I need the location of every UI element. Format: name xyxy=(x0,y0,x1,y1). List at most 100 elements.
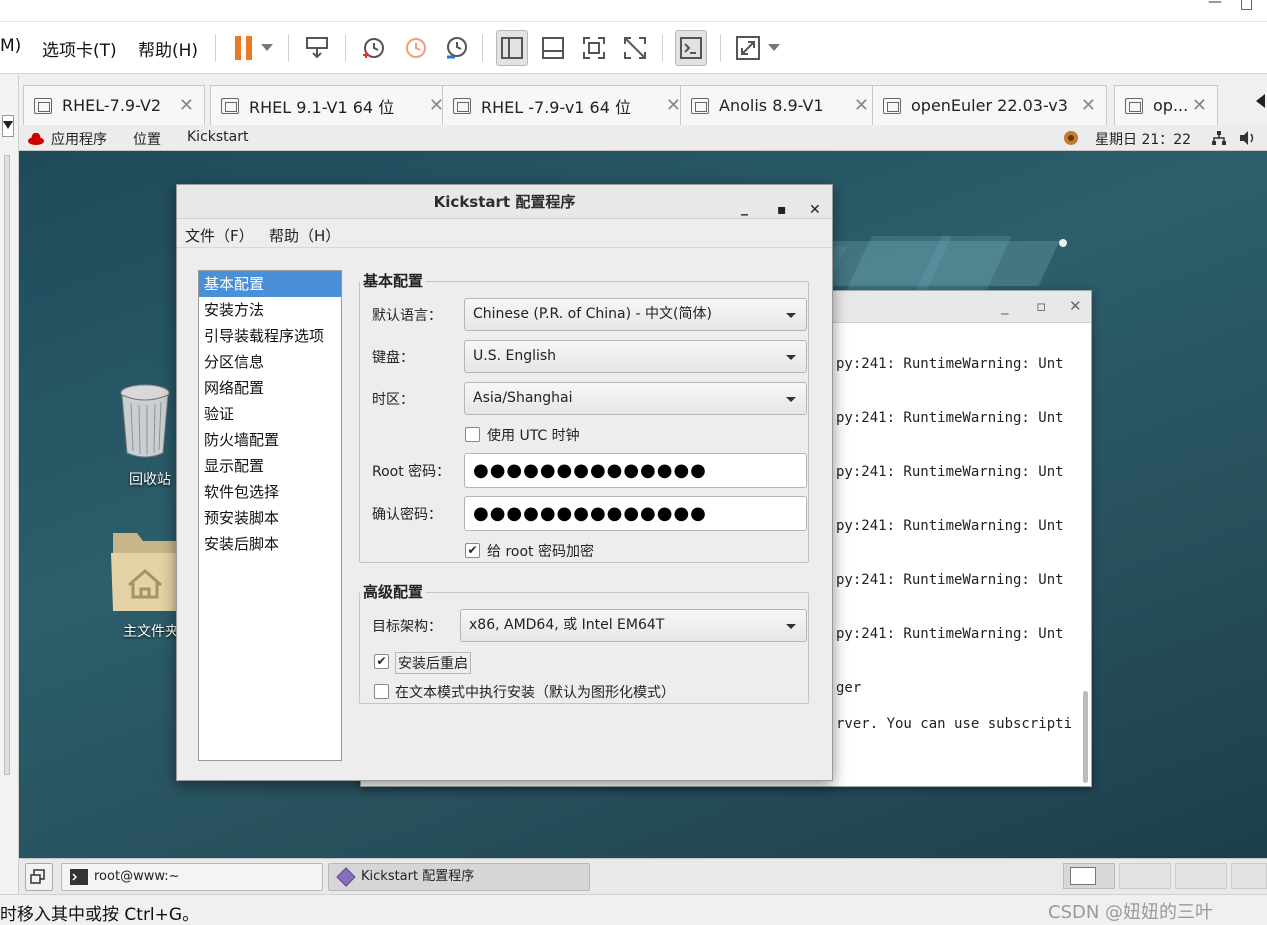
nav-network[interactable]: 网络配置 xyxy=(199,375,341,401)
kickstart-app-icon xyxy=(336,867,356,887)
fullscreen-icon[interactable] xyxy=(578,30,610,66)
close-icon[interactable]: ✕ xyxy=(1069,297,1082,315)
workspace-1[interactable] xyxy=(1063,863,1115,889)
trash-icon xyxy=(120,384,170,458)
vm-icon xyxy=(883,97,901,114)
keyboard-select[interactable]: U.S. English xyxy=(464,340,807,373)
minimize-icon[interactable]: _ xyxy=(1001,297,1009,315)
workspace-4[interactable] xyxy=(1231,863,1267,889)
redhat-icon xyxy=(28,132,44,145)
terminal-icon xyxy=(70,869,88,885)
kickstart-menu[interactable]: Kickstart xyxy=(187,129,248,145)
nav-display[interactable]: 显示配置 xyxy=(199,453,341,479)
task-terminal[interactable]: root@www:~ xyxy=(61,863,323,891)
utc-checkbox[interactable] xyxy=(465,427,480,442)
unity-icon[interactable] xyxy=(619,30,651,66)
nav-firewall[interactable]: 防火墙配置 xyxy=(199,427,341,453)
close-icon[interactable]: ✕ xyxy=(854,95,869,116)
workspace-3[interactable] xyxy=(1175,863,1227,889)
arch-label: 目标架构： xyxy=(372,619,442,635)
vm-tab-openeuler[interactable]: openEuler 22.03-v3 ✕ xyxy=(872,85,1107,125)
close-icon[interactable]: ✕ xyxy=(666,95,681,116)
encrypt-root-label: 给 root 密码加密 xyxy=(487,544,594,560)
terminal-scrollbar[interactable] xyxy=(1083,691,1088,783)
tab-scroll-left-icon[interactable] xyxy=(1255,93,1265,112)
vm-icon xyxy=(221,97,239,114)
applications-menu[interactable]: 应用程序 xyxy=(51,129,107,149)
arch-select[interactable]: x86, AMD64, 或 Intel EM64T xyxy=(460,609,807,642)
thumbnail-bar-icon[interactable] xyxy=(537,30,569,66)
vm-tab-op[interactable]: op... ✕ xyxy=(1114,85,1218,125)
workspace-2[interactable] xyxy=(1119,863,1171,889)
vmware-statusbar: 时移入其中或按 Ctrl+G。 CSDN @妞妞的三叶 xyxy=(0,894,1267,925)
nav-post-script[interactable]: 安装后脚本 xyxy=(199,531,341,557)
kickstart-titlebar: Kickstart 配置程序 _ ▪ ✕ xyxy=(177,185,832,219)
home-folder-label: 主文件夹 xyxy=(123,624,179,640)
show-desktop-button[interactable] xyxy=(25,863,53,891)
maximize-icon[interactable]: ▫ xyxy=(1036,297,1046,315)
send-keys-icon[interactable] xyxy=(302,30,334,66)
root-password-label: Root 密码： xyxy=(372,464,451,480)
revert-snapshot-icon[interactable] xyxy=(399,30,431,66)
encrypt-root-checkbox[interactable]: ✔ xyxy=(465,543,480,558)
snapshot-icon[interactable] xyxy=(357,30,389,66)
vm-tab-anolis[interactable]: Anolis 8.9-V1 ✕ xyxy=(680,85,880,125)
vm-tab-strip: RHEL-7.9-V2 ✕ RHEL 9.1-V1 64 位 ✕ RHEL -7.9… xyxy=(19,75,1267,125)
stretch-icon[interactable] xyxy=(732,30,764,66)
menu-help[interactable]: 帮助（H） xyxy=(269,225,340,246)
chevron-down-icon[interactable] xyxy=(763,30,785,66)
update-icon[interactable] xyxy=(1063,130,1079,146)
vmware-titlebar: — □ xyxy=(0,0,1267,22)
text-mode-label: 在文本模式中执行安装（默认为图形化模式） xyxy=(395,685,675,701)
library-scrollbar[interactable] xyxy=(4,155,10,775)
maximize-icon[interactable]: □ xyxy=(1240,0,1253,12)
vm-tab-rhel79-v1[interactable]: RHEL -7.9-v1 64 位 ✕ xyxy=(442,85,692,125)
sidebar-toggle-icon[interactable] xyxy=(496,30,528,66)
basic-config-title: 基本配置 xyxy=(360,270,427,291)
terminal-line: py:241: RuntimeWarning: Unt xyxy=(836,626,1064,642)
vmware-menubar: M) 选项卡(T) 帮助(H) xyxy=(0,22,1267,74)
menu-tabs[interactable]: 选项卡(T) xyxy=(42,36,117,61)
reboot-checkbox[interactable]: ✔ xyxy=(374,654,389,669)
close-icon[interactable]: ✕ xyxy=(1192,95,1207,116)
nav-packages[interactable]: 软件包选择 xyxy=(199,479,341,505)
network-icon[interactable] xyxy=(1211,130,1227,146)
nav-pre-script[interactable]: 预安装脚本 xyxy=(199,505,341,531)
chevron-down-icon xyxy=(786,313,796,318)
watermark: CSDN @妞妞的三叶 xyxy=(1048,902,1214,923)
places-menu[interactable]: 位置 xyxy=(133,129,161,149)
terminal-line: ger xyxy=(836,680,862,696)
timezone-select[interactable]: Asia/Shanghai xyxy=(464,382,807,415)
nav-bootloader[interactable]: 引导装载程序选项 xyxy=(199,323,341,349)
vm-tab-rhel79-v2[interactable]: RHEL-7.9-V2 ✕ xyxy=(23,85,205,125)
volume-icon[interactable] xyxy=(1239,130,1257,146)
snapshot-manager-icon[interactable] xyxy=(440,30,472,66)
confirm-password-field[interactable]: ●●●●●●●●●●●●●● xyxy=(464,496,807,531)
nav-install-method[interactable]: 安装方法 xyxy=(199,297,341,323)
vm-icon xyxy=(691,97,709,114)
vm-tab-rhel91-v1[interactable]: RHEL 9.1-V1 64 位 ✕ xyxy=(210,85,455,125)
menu-file[interactable]: 文件（F） xyxy=(185,225,254,246)
menu-help[interactable]: 帮助(H) xyxy=(138,36,198,61)
reboot-label: 安装后重启 xyxy=(395,652,471,674)
root-password-field[interactable]: ●●●●●●●●●●●●●● xyxy=(464,453,807,488)
nav-basic[interactable]: 基本配置 xyxy=(199,271,341,297)
vm-icon xyxy=(453,97,471,114)
language-select[interactable]: Chinese (P.R. of China) - 中文(简体) xyxy=(464,298,807,331)
console-view-icon[interactable] xyxy=(675,30,707,66)
nav-auth[interactable]: 验证 xyxy=(199,401,341,427)
close-icon[interactable]: ✕ xyxy=(1081,95,1096,116)
nav-partition[interactable]: 分区信息 xyxy=(199,349,341,375)
close-icon[interactable]: ✕ xyxy=(179,95,194,116)
menu-vm[interactable]: M) xyxy=(0,36,21,56)
task-kickstart[interactable]: Kickstart 配置程序 xyxy=(328,863,590,891)
vm-icon xyxy=(1125,97,1143,114)
text-mode-checkbox[interactable] xyxy=(374,684,389,699)
library-dropdown[interactable] xyxy=(2,115,14,137)
minimize-icon[interactable]: — xyxy=(1208,0,1222,10)
clock[interactable]: 星期日 21：22 xyxy=(1095,129,1191,149)
keyboard-label: 键盘： xyxy=(372,350,414,366)
timezone-label: 时区： xyxy=(372,392,414,408)
chevron-down-icon[interactable] xyxy=(256,30,278,66)
vm-icon xyxy=(34,97,52,114)
